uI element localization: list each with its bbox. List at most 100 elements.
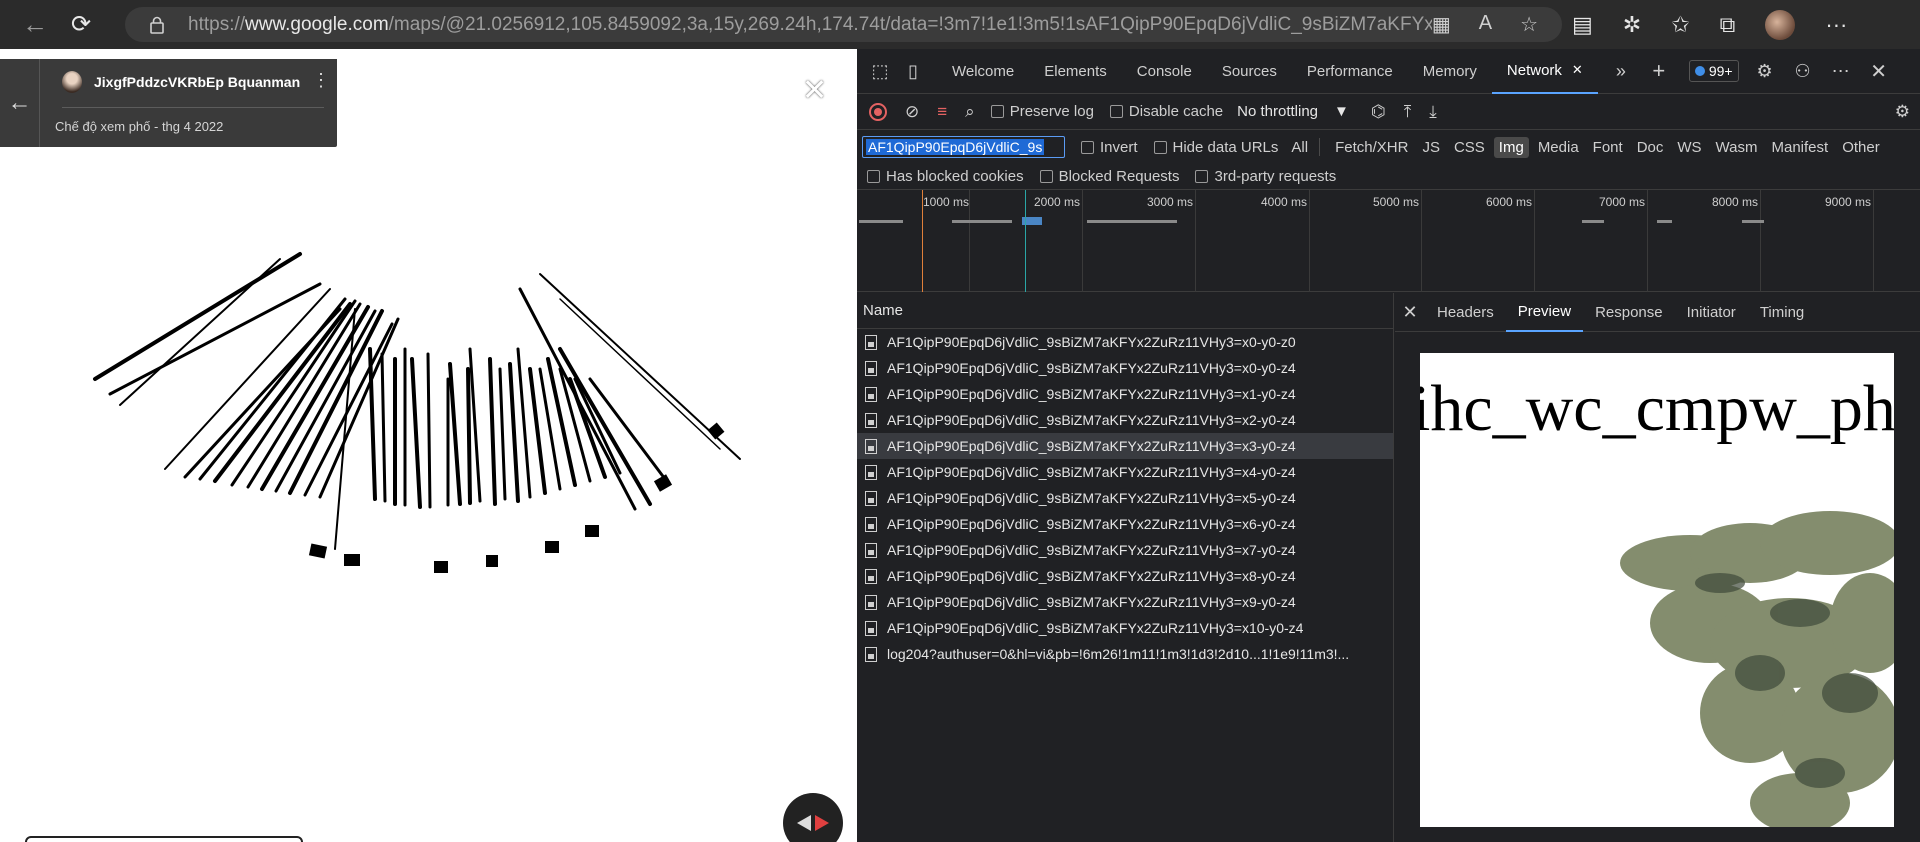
close-tab-icon[interactable]: ✕ xyxy=(1572,62,1583,78)
invert-checkbox[interactable]: Invert xyxy=(1081,139,1138,156)
puzzle-icon[interactable]: ✲ xyxy=(1623,12,1641,38)
profile-avatar[interactable] xyxy=(1765,9,1796,40)
contributor-name[interactable]: JixgfPddzcVKRbEp Bquanman xyxy=(94,74,300,90)
collections-icon[interactable]: ⧉ xyxy=(1720,12,1736,38)
read-aloud-icon[interactable]: A xyxy=(1479,12,1492,37)
name-column-header[interactable]: Name xyxy=(857,293,1393,329)
tab-elements[interactable]: Elements xyxy=(1029,49,1122,94)
network-conditions-icon[interactable]: ⌬ xyxy=(1371,102,1386,122)
add-tab-icon[interactable]: + xyxy=(1649,58,1669,83)
throttling-select[interactable]: No throttling ▼ xyxy=(1237,103,1349,120)
invert-box[interactable] xyxy=(1081,140,1094,154)
filter-fetch-xhr[interactable]: Fetch/XHR xyxy=(1330,137,1413,158)
filter-font[interactable]: Font xyxy=(1588,137,1628,158)
more-tabs-icon[interactable]: » xyxy=(1611,61,1631,81)
request-row[interactable]: AF1QipP90EpqD6jVdliC_9sBiZM7aKFYx2ZuRz11… xyxy=(857,407,1393,433)
request-list: Name AF1QipP90EpqD6jVdliC_9sBiZM7aKFYx2Z… xyxy=(857,293,1394,842)
more-options-icon[interactable]: ⋯ xyxy=(1831,61,1851,81)
tab-memory[interactable]: Memory xyxy=(1408,49,1492,94)
tab-sources[interactable]: Sources xyxy=(1207,49,1292,94)
third-party-box[interactable] xyxy=(1195,170,1209,183)
close-icon[interactable]: ✕ xyxy=(802,73,827,108)
filter-bar-secondary: Has blocked cookies Blocked Requests 3rd… xyxy=(857,164,1920,190)
more-menu-icon[interactable]: ··· xyxy=(1825,12,1847,38)
third-party-checkbox[interactable]: 3rd-party requests xyxy=(1195,168,1336,185)
filter-js[interactable]: JS xyxy=(1417,137,1445,158)
filter-manifest[interactable]: Manifest xyxy=(1767,137,1834,158)
tab-welcome[interactable]: Welcome xyxy=(937,49,1029,94)
network-settings-gear-icon[interactable]: ⚙ xyxy=(1895,102,1910,122)
more-options-icon[interactable]: ⋮ xyxy=(312,71,330,89)
tab-console[interactable]: Console xyxy=(1122,49,1207,94)
filter-img[interactable]: Img xyxy=(1493,136,1529,158)
preserve-log-box[interactable] xyxy=(990,105,1004,118)
disable-cache-box[interactable] xyxy=(1109,105,1123,118)
app-available-icon[interactable]: ▦ xyxy=(1432,12,1451,37)
tab-preview[interactable]: Preview xyxy=(1505,293,1584,332)
filter-wasm[interactable]: Wasm xyxy=(1711,137,1763,158)
has-blocked-cookies-checkbox[interactable]: Has blocked cookies xyxy=(867,168,1024,185)
disable-cache-checkbox[interactable]: Disable cache xyxy=(1109,103,1223,120)
tab-timing[interactable]: Timing xyxy=(1748,293,1816,332)
feedback-icon[interactable]: ⚇ xyxy=(1793,61,1813,81)
clear-icon[interactable]: ⊘ xyxy=(905,102,919,122)
request-row[interactable]: AF1QipP90EpqD6jVdliC_9sBiZM7aKFYx2ZuRz11… xyxy=(857,433,1393,459)
close-devtools-icon[interactable]: ✕ xyxy=(1869,61,1889,83)
request-row[interactable]: AF1QipP90EpqD6jVdliC_9sBiZM7aKFYx2ZuRz11… xyxy=(857,485,1393,511)
filter-all[interactable]: All xyxy=(1286,137,1313,158)
contributor-avatar[interactable] xyxy=(62,71,82,93)
filter-css[interactable]: CSS xyxy=(1449,137,1490,158)
settings-gear-icon[interactable]: ⚙ xyxy=(1755,61,1775,81)
blocked-requests-box[interactable] xyxy=(1039,170,1053,183)
request-row[interactable]: AF1QipP90EpqD6jVdliC_9sBiZM7aKFYx2ZuRz11… xyxy=(857,615,1393,641)
search-icon[interactable]: ⌕ xyxy=(965,102,975,122)
filter-media[interactable]: Media xyxy=(1533,137,1584,158)
preserve-log-checkbox[interactable]: Preserve log xyxy=(990,103,1094,120)
issues-badge[interactable]: 99+ xyxy=(1688,60,1739,82)
device-toolbar-icon[interactable]: ▯ xyxy=(903,61,923,81)
request-row[interactable]: AF1QipP90EpqD6jVdliC_9sBiZM7aKFYx2ZuRz11… xyxy=(857,355,1393,381)
request-row[interactable]: AF1QipP90EpqD6jVdliC_9sBiZM7aKFYx2ZuRz11… xyxy=(857,329,1393,355)
request-row[interactable]: AF1QipP90EpqD6jVdliC_9sBiZM7aKFYx2ZuRz11… xyxy=(857,511,1393,537)
overview-request-bar xyxy=(1657,220,1672,223)
tab-network[interactable]: Network ✕ xyxy=(1491,49,1598,94)
tab-initiator[interactable]: Initiator xyxy=(1675,293,1748,332)
filter-input[interactable]: AF1QipP90EpqD6jVdliC_9s xyxy=(862,136,1065,158)
filter-ws[interactable]: WS xyxy=(1672,137,1706,158)
has-blocked-cookies-box[interactable] xyxy=(867,170,880,183)
request-row[interactable]: AF1QipP90EpqD6jVdliC_9sBiZM7aKFYx2ZuRz11… xyxy=(857,589,1393,615)
close-details-icon[interactable]: ✕ xyxy=(1395,302,1425,323)
back-arrow-icon[interactable]: ← xyxy=(0,59,40,147)
inspect-element-icon[interactable]: ⬚ xyxy=(870,61,890,81)
export-har-icon[interactable]: ⤓ xyxy=(1429,102,1437,122)
favorites-icon[interactable]: ✩ xyxy=(1671,12,1689,38)
filter-doc[interactable]: Doc xyxy=(1632,137,1669,158)
street-view-pane[interactable]: ← JixgfPddzcVKRbEp Bquanman ⋮ Chế độ xem… xyxy=(0,49,857,842)
hide-data-urls-checkbox[interactable]: Hide data URLs xyxy=(1153,139,1278,156)
request-row[interactable]: AF1QipP90EpqD6jVdliC_9sBiZM7aKFYx2ZuRz11… xyxy=(857,459,1393,485)
address-bar[interactable]: https://www.google.com/maps/@21.0256912,… xyxy=(125,7,1562,42)
hide-data-urls-box[interactable] xyxy=(1153,140,1167,154)
request-name: AF1QipP90EpqD6jVdliC_9sBiZM7aKFYx2ZuRz11… xyxy=(887,412,1296,428)
minimap-frame[interactable] xyxy=(25,836,303,842)
request-name: AF1QipP90EpqD6jVdliC_9sBiZM7aKFYx2ZuRz11… xyxy=(887,568,1296,584)
request-row[interactable]: AF1QipP90EpqD6jVdliC_9sBiZM7aKFYx2ZuRz11… xyxy=(857,381,1393,407)
record-button[interactable] xyxy=(869,102,887,121)
request-row[interactable]: AF1QipP90EpqD6jVdliC_9sBiZM7aKFYx2ZuRz11… xyxy=(857,563,1393,589)
tab-headers[interactable]: Headers xyxy=(1425,293,1506,332)
back-button[interactable]: ← xyxy=(13,5,57,45)
request-row[interactable]: log204?authuser=0&hl=vi&pb=!6m26!1m11!1m… xyxy=(857,641,1393,667)
reload-button[interactable]: ⟳ xyxy=(59,5,103,45)
tab-response[interactable]: Response xyxy=(1583,293,1675,332)
favorite-star-icon[interactable]: ☆ xyxy=(1520,12,1538,37)
import-har-icon[interactable]: ⤒ xyxy=(1404,102,1412,122)
chevron-down-icon: ▼ xyxy=(1334,103,1349,120)
network-overview[interactable]: 1000 ms 2000 ms 3000 ms 4000 ms 5000 ms … xyxy=(857,190,1920,292)
tab-performance[interactable]: Performance xyxy=(1292,49,1408,94)
image-file-icon xyxy=(865,464,877,480)
filter-other[interactable]: Other xyxy=(1837,137,1885,158)
extension-icon[interactable]: ▤ xyxy=(1572,12,1593,38)
blocked-requests-checkbox[interactable]: Blocked Requests xyxy=(1039,168,1179,185)
filter-icon[interactable]: ≡ xyxy=(937,102,947,122)
request-row[interactable]: AF1QipP90EpqD6jVdliC_9sBiZM7aKFYx2ZuRz11… xyxy=(857,537,1393,563)
